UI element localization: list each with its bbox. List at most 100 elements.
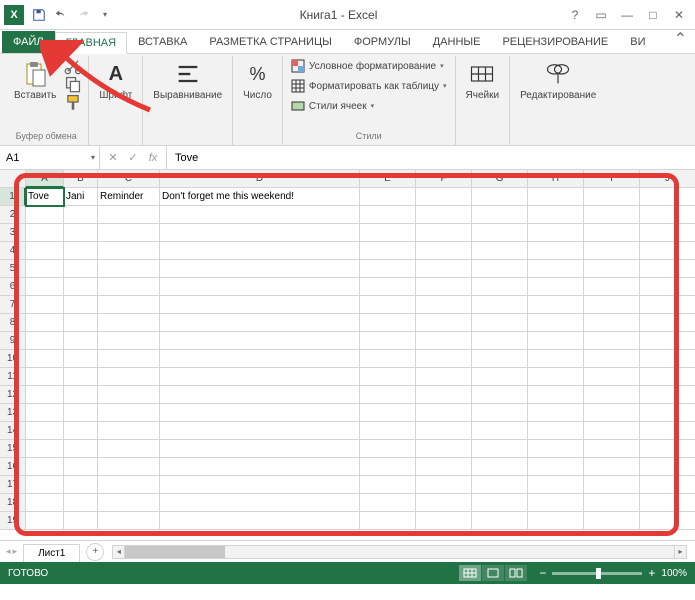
- cell[interactable]: [360, 476, 416, 494]
- row-header[interactable]: 19: [0, 512, 26, 530]
- cell[interactable]: [160, 260, 360, 278]
- tab-insert[interactable]: ВСТАВКА: [127, 31, 198, 53]
- undo-icon[interactable]: [52, 6, 70, 24]
- cell[interactable]: [472, 224, 528, 242]
- cell[interactable]: [160, 350, 360, 368]
- cell[interactable]: [98, 476, 160, 494]
- paste-button[interactable]: Вставить: [10, 58, 60, 103]
- qat-customize-icon[interactable]: ▾: [96, 6, 114, 24]
- cell[interactable]: [528, 296, 584, 314]
- zoom-slider[interactable]: [552, 572, 642, 575]
- cell[interactable]: [584, 512, 640, 530]
- column-header[interactable]: H: [528, 170, 584, 188]
- cell[interactable]: [472, 404, 528, 422]
- row-header[interactable]: 14: [0, 422, 26, 440]
- cell[interactable]: [584, 422, 640, 440]
- scroll-left-icon[interactable]: ◂: [113, 546, 125, 558]
- cell[interactable]: [64, 206, 98, 224]
- cell[interactable]: [26, 458, 64, 476]
- cell[interactable]: [64, 350, 98, 368]
- cell[interactable]: [472, 296, 528, 314]
- cell[interactable]: [528, 422, 584, 440]
- cell[interactable]: [472, 440, 528, 458]
- cell[interactable]: [528, 260, 584, 278]
- zoom-out-button[interactable]: −: [539, 566, 546, 580]
- row-header[interactable]: 17: [0, 476, 26, 494]
- cell[interactable]: [64, 224, 98, 242]
- cell[interactable]: [584, 206, 640, 224]
- minimize-button[interactable]: —: [615, 5, 639, 25]
- cell[interactable]: [640, 332, 695, 350]
- cell[interactable]: [416, 350, 472, 368]
- sheet-tab[interactable]: Лист1: [23, 544, 80, 562]
- column-header[interactable]: E: [360, 170, 416, 188]
- cell[interactable]: [584, 224, 640, 242]
- cell[interactable]: [98, 314, 160, 332]
- row-header[interactable]: 6: [0, 278, 26, 296]
- cell[interactable]: [640, 260, 695, 278]
- cell[interactable]: [640, 206, 695, 224]
- cell[interactable]: [528, 494, 584, 512]
- cell[interactable]: [160, 404, 360, 422]
- cell[interactable]: [98, 242, 160, 260]
- column-header[interactable]: G: [472, 170, 528, 188]
- cell[interactable]: [360, 368, 416, 386]
- cell[interactable]: [528, 404, 584, 422]
- cell[interactable]: [26, 314, 64, 332]
- add-sheet-button[interactable]: +: [86, 543, 104, 561]
- cell[interactable]: [360, 512, 416, 530]
- cell[interactable]: [528, 476, 584, 494]
- cell[interactable]: [360, 332, 416, 350]
- cell[interactable]: [472, 260, 528, 278]
- cell[interactable]: [26, 476, 64, 494]
- row-header[interactable]: 11: [0, 368, 26, 386]
- cell[interactable]: [160, 422, 360, 440]
- cell[interactable]: [64, 404, 98, 422]
- horizontal-scrollbar[interactable]: ◂ ▸: [112, 545, 687, 559]
- normal-view-icon[interactable]: [459, 565, 481, 581]
- cell[interactable]: [98, 494, 160, 512]
- cell[interactable]: [584, 278, 640, 296]
- cell[interactable]: [64, 260, 98, 278]
- cell[interactable]: [640, 404, 695, 422]
- name-box[interactable]: A1 ▾: [0, 146, 100, 169]
- cell[interactable]: [528, 458, 584, 476]
- row-header[interactable]: 16: [0, 458, 26, 476]
- save-icon[interactable]: [30, 6, 48, 24]
- cell[interactable]: [98, 440, 160, 458]
- column-header[interactable]: C: [98, 170, 160, 188]
- cell[interactable]: [26, 386, 64, 404]
- cell-styles-button[interactable]: Стили ячеек ▾: [289, 98, 449, 114]
- cell[interactable]: [584, 368, 640, 386]
- cell[interactable]: [472, 188, 528, 206]
- row-header[interactable]: 15: [0, 440, 26, 458]
- close-button[interactable]: ✕: [667, 5, 691, 25]
- tab-data[interactable]: ДАННЫЕ: [422, 31, 492, 53]
- row-header[interactable]: 2: [0, 206, 26, 224]
- cell[interactable]: [26, 512, 64, 530]
- cell[interactable]: [472, 368, 528, 386]
- row-header[interactable]: 1: [0, 188, 26, 206]
- cells-button[interactable]: Ячейки: [462, 58, 504, 103]
- cell[interactable]: [472, 206, 528, 224]
- cell[interactable]: [584, 476, 640, 494]
- cell[interactable]: [416, 242, 472, 260]
- cell[interactable]: [64, 332, 98, 350]
- cell[interactable]: [26, 494, 64, 512]
- cell[interactable]: [640, 188, 695, 206]
- cell[interactable]: [528, 314, 584, 332]
- cell[interactable]: Tove: [26, 188, 64, 206]
- cell[interactable]: [584, 296, 640, 314]
- cell[interactable]: [416, 368, 472, 386]
- cell[interactable]: [640, 314, 695, 332]
- cell[interactable]: [640, 296, 695, 314]
- ribbon-display-icon[interactable]: ▭: [589, 5, 613, 25]
- cell[interactable]: [584, 494, 640, 512]
- cell[interactable]: [472, 242, 528, 260]
- cell[interactable]: [528, 242, 584, 260]
- cell[interactable]: [584, 458, 640, 476]
- cell[interactable]: [160, 368, 360, 386]
- cell[interactable]: [472, 512, 528, 530]
- cell[interactable]: [472, 278, 528, 296]
- cell[interactable]: [528, 440, 584, 458]
